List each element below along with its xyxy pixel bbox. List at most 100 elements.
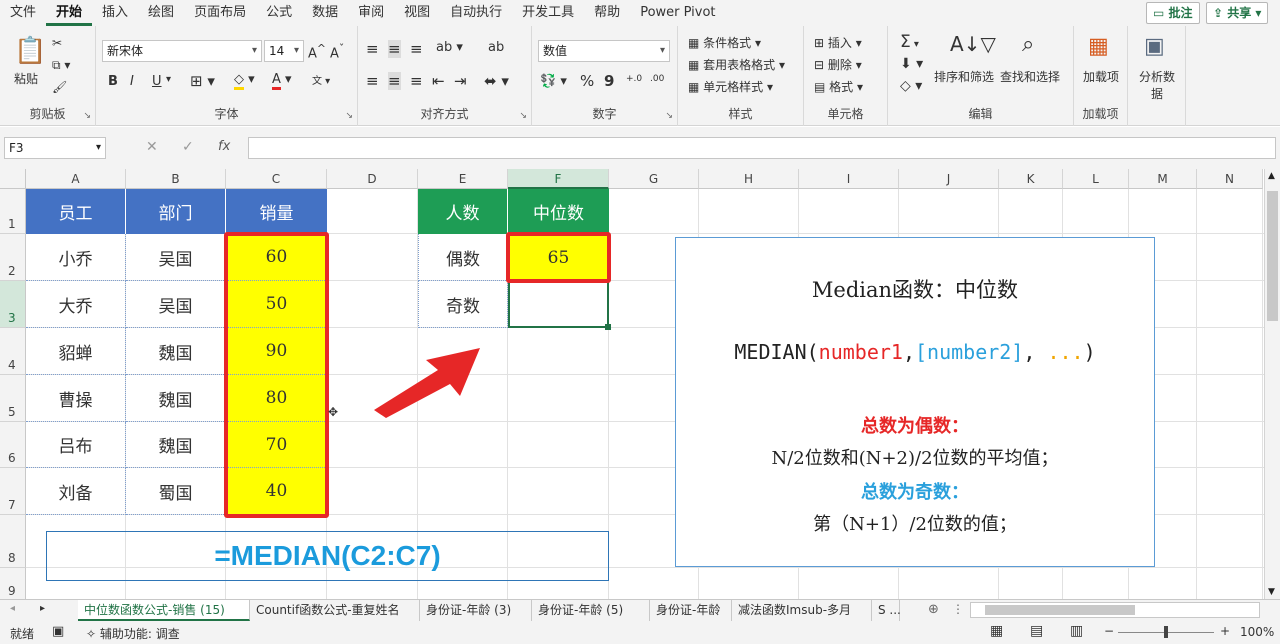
- zoom-level[interactable]: 100%: [1240, 625, 1274, 639]
- sort-filter-icon[interactable]: A↓▽: [950, 32, 996, 56]
- paste-icon[interactable]: 📋: [14, 36, 46, 66]
- prev-sheet-icon[interactable]: ◂: [10, 603, 15, 614]
- table1-cell[interactable]: 魏国: [126, 422, 226, 468]
- sheet-tab[interactable]: 中位数函数公式-销售 (15): [78, 600, 250, 621]
- column-header-n[interactable]: N: [1197, 169, 1263, 189]
- zoom-in-icon[interactable]: +: [1220, 624, 1230, 638]
- orientation-icon[interactable]: ab ▾: [436, 40, 463, 55]
- menu-developer[interactable]: 开发工具: [512, 0, 584, 26]
- row-header-3[interactable]: 3: [0, 281, 26, 328]
- font-color-icon[interactable]: A ▾: [272, 72, 292, 90]
- scroll-up-icon[interactable]: ▲: [1268, 171, 1275, 181]
- horizontal-scrollbar[interactable]: [970, 602, 1260, 618]
- comment-button[interactable]: ▭ 批注: [1146, 2, 1200, 24]
- increase-decimal-icon[interactable]: +.0: [626, 74, 642, 84]
- align-left-icon[interactable]: ≡: [366, 72, 379, 90]
- insert-cells-button[interactable]: ⊞ 插入 ▾: [814, 34, 862, 51]
- border-icon[interactable]: ⊞ ▾: [190, 72, 215, 90]
- clear-icon[interactable]: ◇ ▾: [900, 78, 922, 94]
- more-sheets-icon[interactable]: ⋮: [952, 602, 964, 616]
- column-header-l[interactable]: L: [1063, 169, 1129, 189]
- table2-cell-odd-label[interactable]: 奇数: [418, 281, 508, 328]
- table2-cell-odd-value[interactable]: [508, 281, 609, 328]
- column-header-e[interactable]: E: [418, 169, 508, 189]
- currency-icon[interactable]: 💱 ▾: [540, 74, 567, 89]
- column-header-c[interactable]: C: [226, 169, 327, 189]
- menu-home[interactable]: 开始: [46, 0, 93, 26]
- bold-button[interactable]: B: [108, 74, 118, 89]
- format-cells-button[interactable]: ▤ 格式 ▾: [814, 78, 863, 95]
- scroll-down-icon[interactable]: ▼: [1268, 587, 1275, 597]
- macro-record-icon[interactable]: ▣: [52, 624, 64, 639]
- spreadsheet-grid[interactable]: ABCDEFGHIJKLMN 123456789 员工 部门 销量 小乔 吴国 60…: [0, 169, 1264, 599]
- find-select-button[interactable]: 查找和选择: [1000, 68, 1060, 85]
- analyze-data-icon[interactable]: ▣: [1144, 34, 1165, 59]
- next-sheet-icon[interactable]: ▸: [40, 603, 45, 614]
- vertical-scrollbar[interactable]: ▲ ▼: [1264, 169, 1280, 599]
- column-header-k[interactable]: K: [999, 169, 1063, 189]
- zoom-out-icon[interactable]: −: [1104, 624, 1114, 638]
- fill-handle[interactable]: [605, 324, 611, 330]
- table1-cell[interactable]: 吴国: [126, 234, 226, 281]
- table1-header-sales[interactable]: 销量: [226, 189, 327, 234]
- table1-cell[interactable]: 魏国: [126, 375, 226, 422]
- name-box[interactable]: F3 ▾: [4, 137, 106, 159]
- autosum-button[interactable]: Σ ▾: [900, 32, 919, 52]
- align-bottom-icon[interactable]: ≡: [410, 40, 423, 58]
- normal-view-icon[interactable]: ▦: [990, 623, 1003, 639]
- align-middle-icon[interactable]: ≡: [388, 40, 401, 58]
- sort-filter-button[interactable]: 排序和筛选: [934, 68, 994, 85]
- page-break-view-icon[interactable]: ▥: [1070, 623, 1083, 639]
- accessibility-status[interactable]: ✧ 辅助功能: 调查: [86, 625, 180, 642]
- zoom-slider-thumb[interactable]: [1164, 626, 1168, 638]
- copy-icon[interactable]: ⧉ ▾: [52, 58, 70, 73]
- menu-page-layout[interactable]: 页面布局: [184, 0, 256, 26]
- format-painter-icon[interactable]: 🖌: [52, 80, 67, 94]
- align-right-icon[interactable]: ≡: [410, 72, 423, 90]
- row-header-5[interactable]: 5: [0, 375, 26, 422]
- table1-cell[interactable]: 蜀国: [126, 468, 226, 515]
- row-header-1[interactable]: 1: [0, 189, 26, 234]
- number-format-select[interactable]: 数值 ▾: [538, 40, 670, 62]
- add-sheet-icon[interactable]: ⊕: [928, 602, 939, 617]
- menu-file[interactable]: 文件: [0, 0, 46, 26]
- table1-cell[interactable]: 魏国: [126, 328, 226, 375]
- menu-review[interactable]: 审阅: [348, 0, 394, 26]
- clipboard-launcher-icon[interactable]: ↘: [83, 111, 91, 121]
- menu-automate[interactable]: 自动执行: [440, 0, 512, 26]
- menu-help[interactable]: 帮助: [584, 0, 630, 26]
- number-launcher-icon[interactable]: ↘: [665, 111, 673, 121]
- phonetic-icon[interactable]: 文 ▾: [312, 72, 330, 87]
- underline-dropdown-icon[interactable]: ▾: [166, 74, 171, 85]
- sheet-tab[interactable]: 身份证-年龄 (5): [532, 600, 650, 621]
- enter-icon[interactable]: ✓: [182, 139, 194, 155]
- find-select-icon[interactable]: ⌕: [1022, 32, 1034, 57]
- decrease-decimal-icon[interactable]: .00: [650, 74, 664, 84]
- italic-button[interactable]: I: [130, 74, 134, 89]
- fill-color-icon[interactable]: ◇ ▾: [234, 72, 255, 90]
- menu-view[interactable]: 视图: [394, 0, 440, 26]
- menu-insert[interactable]: 插入: [92, 0, 138, 26]
- table1-cell[interactable]: 小乔: [26, 234, 126, 281]
- row-header-4[interactable]: 4: [0, 328, 26, 375]
- column-header-d[interactable]: D: [327, 169, 418, 189]
- column-header-g[interactable]: G: [609, 169, 699, 189]
- comma-button[interactable]: 9: [604, 72, 614, 90]
- insert-function-button[interactable]: fx: [218, 139, 230, 154]
- shrink-font-button[interactable]: Aˇ: [330, 42, 344, 61]
- row-header-6[interactable]: 6: [0, 422, 26, 468]
- menu-data[interactable]: 数据: [302, 0, 348, 26]
- percent-button[interactable]: %: [580, 72, 594, 90]
- hscroll-thumb[interactable]: [985, 605, 1135, 615]
- cut-icon[interactable]: ✂: [52, 36, 62, 50]
- table1-cell[interactable]: 大乔: [26, 281, 126, 328]
- table2-header-median[interactable]: 中位数: [508, 189, 609, 234]
- alignment-launcher-icon[interactable]: ↘: [519, 111, 527, 121]
- scroll-thumb[interactable]: [1267, 191, 1278, 321]
- align-top-icon[interactable]: ≡: [366, 40, 379, 58]
- increase-indent-icon[interactable]: ⇥: [454, 72, 467, 90]
- font-name-select[interactable]: 新宋体 ▾: [102, 40, 262, 62]
- decrease-indent-icon[interactable]: ⇤: [432, 72, 445, 90]
- cell-styles-button[interactable]: ▦ 单元格样式 ▾: [688, 78, 773, 95]
- delete-cells-button[interactable]: ⊟ 删除 ▾: [814, 56, 862, 73]
